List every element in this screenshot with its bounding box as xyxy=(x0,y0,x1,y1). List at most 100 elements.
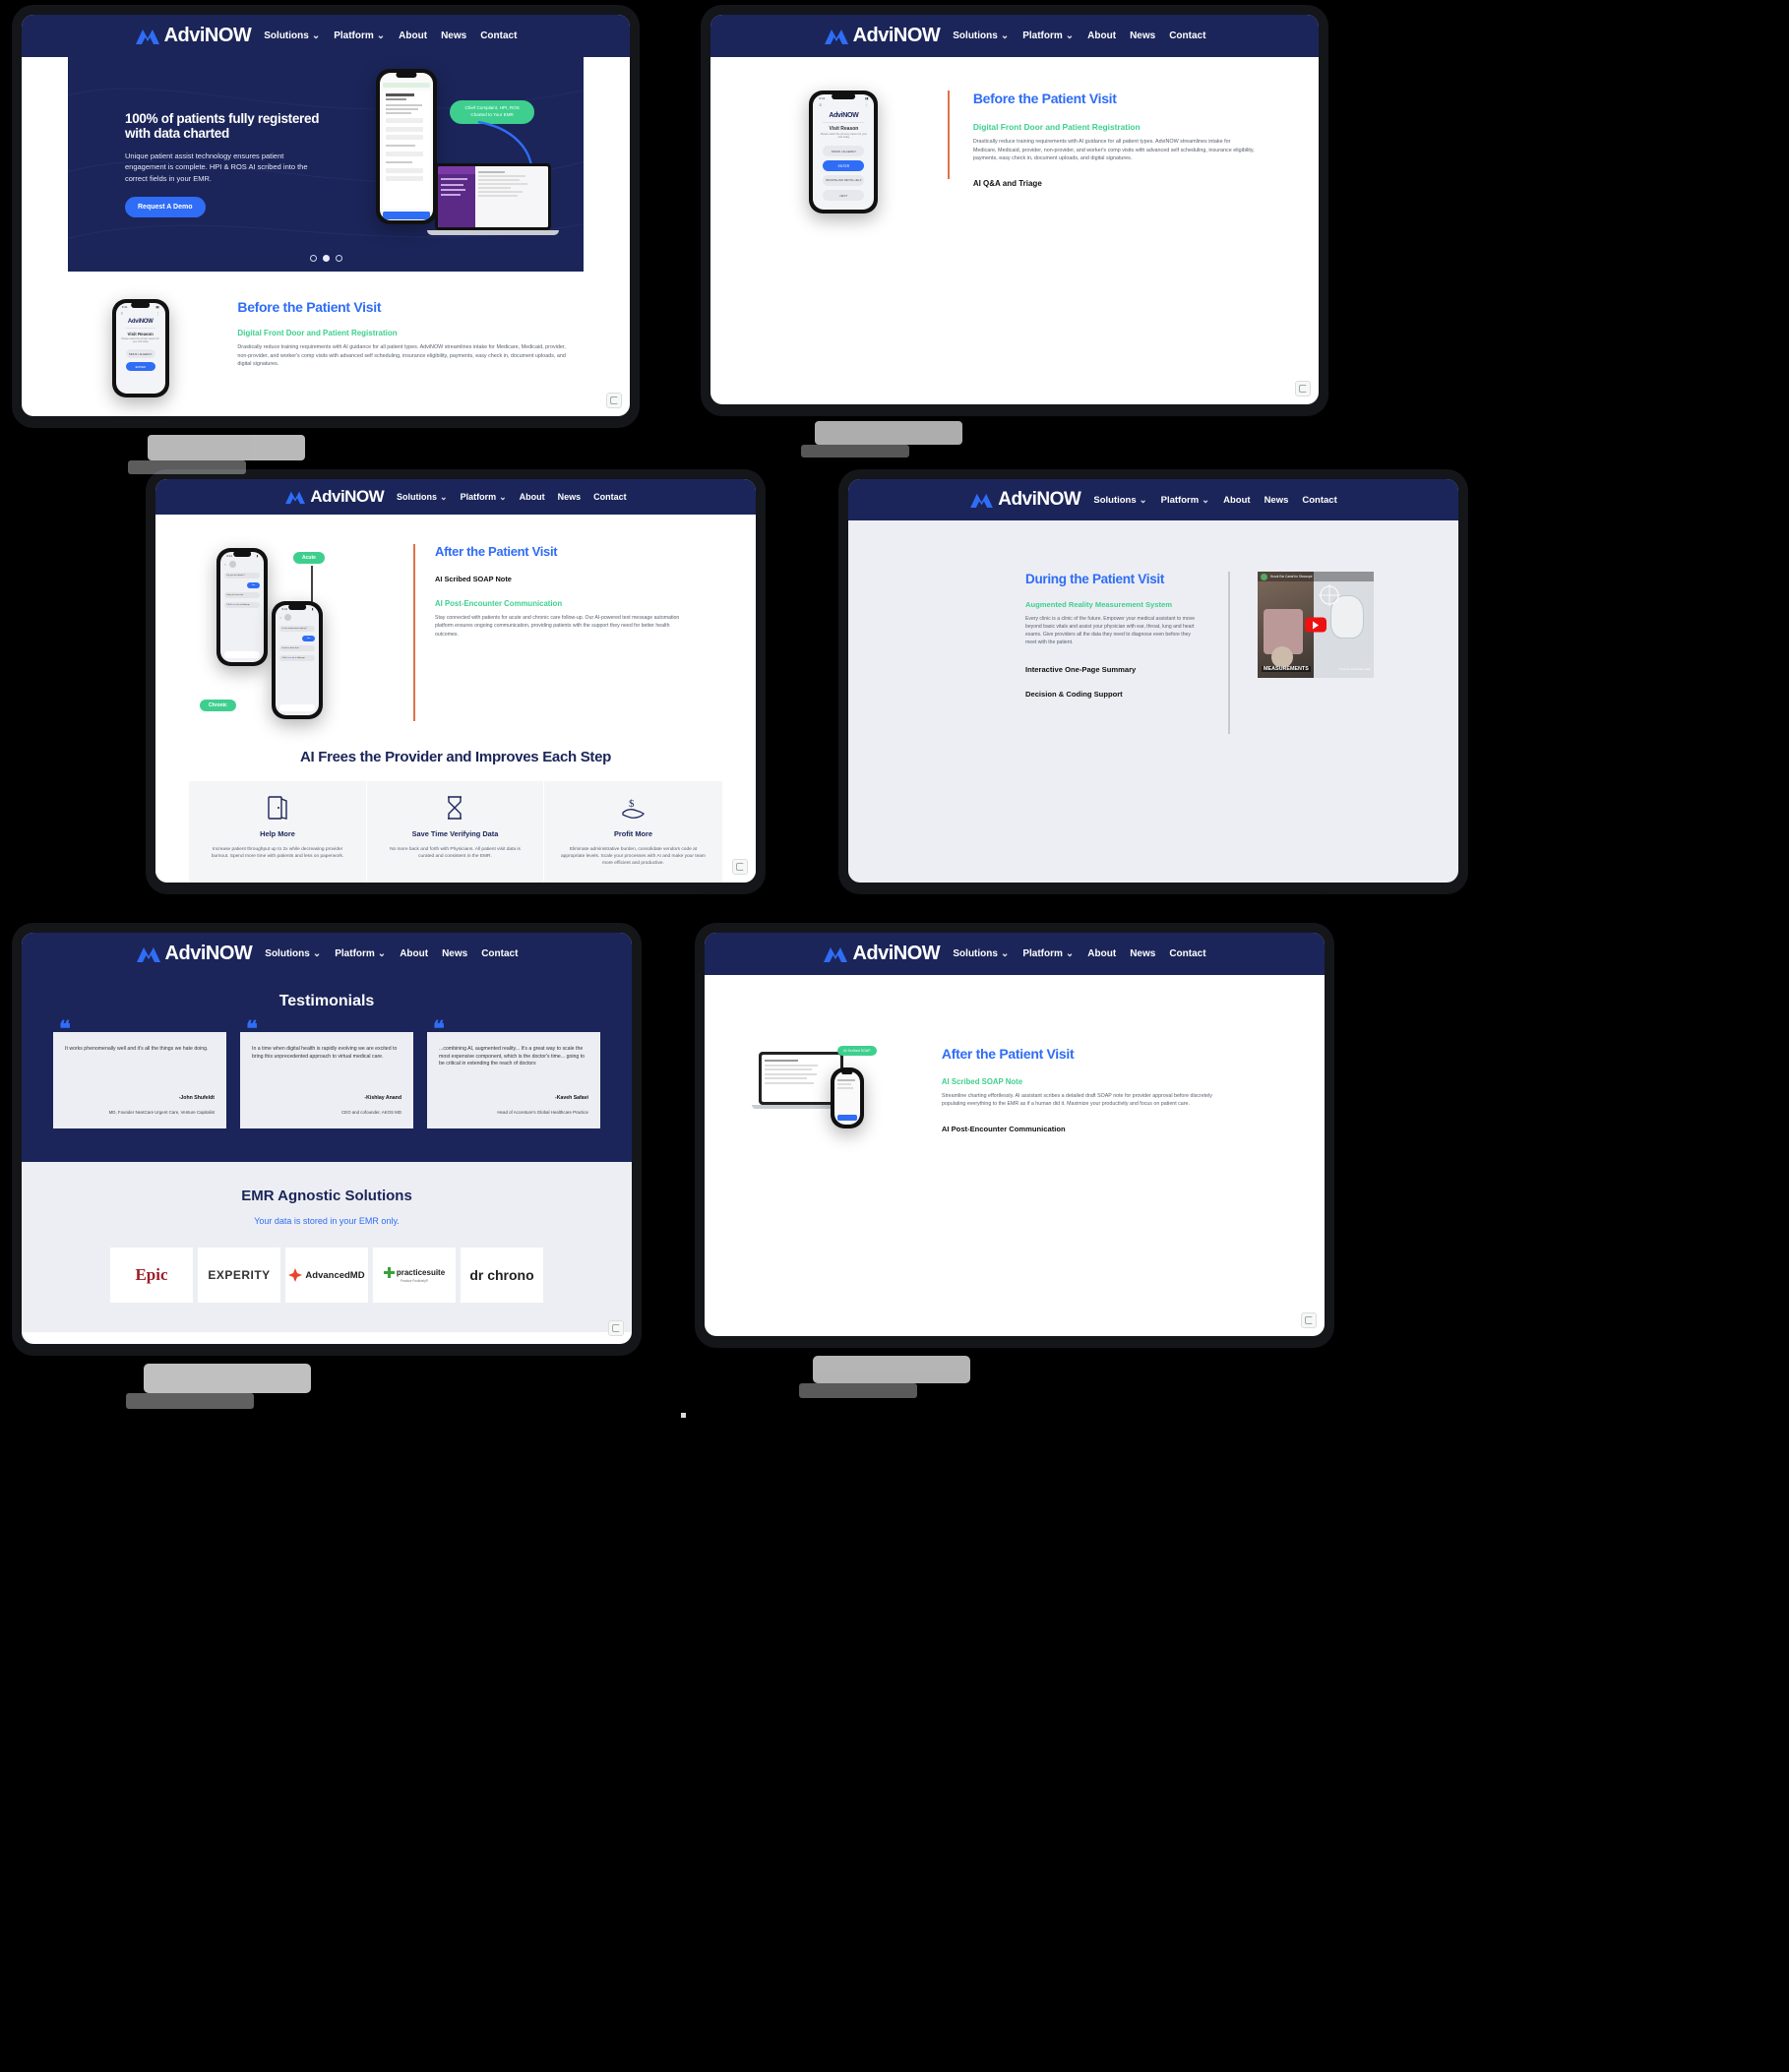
emr-title: EMR Agnostic Solutions xyxy=(241,1188,412,1204)
nav-item-solutions[interactable]: Solutions ⌄ xyxy=(265,948,321,959)
brand-logo[interactable]: AdviNOW xyxy=(823,943,941,965)
chevron-down-icon: ⌄ xyxy=(1065,948,1075,959)
nav-item-news[interactable]: News xyxy=(1130,948,1155,959)
nav-item-contact[interactable]: Contact xyxy=(1169,948,1205,959)
brand-logo[interactable]: AdviNOW xyxy=(135,25,252,47)
recaptcha-badge-icon[interactable] xyxy=(1295,381,1311,396)
nav-item-news[interactable]: News xyxy=(1265,495,1289,506)
nav-item-about[interactable]: About xyxy=(520,492,545,502)
nav-item-platform[interactable]: Platform ⌄ xyxy=(1161,495,1210,506)
nav-item-platform[interactable]: Platform ⌄ xyxy=(1022,948,1074,959)
advinow-mountain-logo-icon xyxy=(823,945,848,963)
youtube-play-icon[interactable] xyxy=(1305,617,1326,633)
hero-title: 100% of patients fully registered with d… xyxy=(125,110,320,142)
recaptcha-badge-icon[interactable] xyxy=(1301,1312,1317,1328)
nav-item-platform[interactable]: Platform ⌄ xyxy=(461,492,507,503)
nav-item-solutions[interactable]: Solutions ⌄ xyxy=(953,30,1009,41)
advinow-mountain-logo-icon xyxy=(135,28,160,45)
nav-item-about[interactable]: About xyxy=(399,30,427,41)
request-demo-button[interactable]: Request A Demo xyxy=(125,197,206,218)
nav-item-contact[interactable]: Contact xyxy=(481,948,518,959)
nav-item-platform[interactable]: Platform ⌄ xyxy=(1022,30,1074,41)
nav-item-news[interactable]: News xyxy=(441,30,466,41)
brand-logo[interactable]: AdviNOW xyxy=(284,487,385,507)
site-navbar: AdviNOW Solutions ⌄ Platform ⌄ About News … xyxy=(22,15,630,57)
after-visit-body: Stay connected with patients for acute a… xyxy=(435,615,680,638)
nav-item-contact[interactable]: Contact xyxy=(1302,495,1336,506)
provider-card: Help More Increase patient throughput up… xyxy=(189,781,367,883)
site-navbar: AdviNOW Solutions ⌄ Platform ⌄ About News … xyxy=(848,479,1458,520)
svg-text:$: $ xyxy=(629,798,635,810)
nav-item-contact[interactable]: Contact xyxy=(593,492,627,502)
carousel-dot-1[interactable] xyxy=(309,255,317,262)
before-visit-subheading: Digital Front Door and Patient Registrat… xyxy=(972,122,1141,132)
phone-secondary-button[interactable]: BROWSE AND MENTAL HELP xyxy=(823,175,865,186)
browser-screen-3: AdviNOW Solutions ⌄ Platform ⌄ About News … xyxy=(155,479,756,883)
nav-item-about[interactable]: About xyxy=(1223,495,1250,506)
hero-inner: 100% of patients fully registered with d… xyxy=(68,57,584,272)
phone-dropdown[interactable]: SINUS / ALLERGY xyxy=(125,349,155,358)
emr-logo-practicesuite: practicesuite Practice Positively® xyxy=(373,1248,456,1303)
brand-logo[interactable]: AdviNOW xyxy=(136,943,253,965)
phone-visit-reason: Visit Reason xyxy=(127,332,154,336)
nav-item-solutions[interactable]: Solutions ⌄ xyxy=(1093,495,1146,506)
nav-item-contact[interactable]: Contact xyxy=(480,30,517,41)
after-visit-comm-heading: AI Post-Encounter Communication xyxy=(435,599,563,608)
phone-enter-button[interactable]: ENTER xyxy=(823,160,865,171)
phone-dropdown[interactable]: SINUS / ALLERGY xyxy=(823,146,865,156)
nav-item-about[interactable]: About xyxy=(400,948,428,959)
tag-chronic: Chronic xyxy=(199,700,236,711)
nav-item-platform[interactable]: Platform ⌄ xyxy=(334,30,385,41)
phone-brand: AdviNOW xyxy=(829,112,859,119)
carousel-dots[interactable] xyxy=(68,255,584,262)
browser-screen-1: AdviNOW Solutions ⌄ Platform ⌄ About News … xyxy=(22,15,630,416)
emr-subtitle: Your data is stored in your EMR only. xyxy=(254,1216,400,1226)
testimonial-card: ❝ It works phenomenally well and it's al… xyxy=(53,1017,226,1128)
nav-item-news[interactable]: News xyxy=(442,948,467,959)
before-visit-phone: 9:41 ▮▮ ≡ ⋮ AdviNOW Visit Reason Please se… xyxy=(756,91,932,213)
testimonial-quote: ...combining AI, augmented reality... It… xyxy=(439,1046,586,1067)
emr-logo-drchrono: dr chrono xyxy=(461,1248,543,1303)
brand-name: AdviNOW xyxy=(163,25,252,46)
hero-device-art: Chief Complaint, HPI, ROS Charted to You… xyxy=(336,57,584,272)
device-mockup-after-visit: AdviNOW Solutions ⌄ Platform ⌄ About News … xyxy=(146,469,766,894)
nav-item-news[interactable]: News xyxy=(1130,30,1155,41)
before-visit-copy: Before the Patient Visit Digital Front D… xyxy=(237,299,566,397)
chevron-down-icon: ⌄ xyxy=(1065,30,1075,41)
browser-screen-5: AdviNOW Solutions ⌄ Platform ⌄ About News … xyxy=(22,933,632,1344)
recaptcha-badge-icon[interactable] xyxy=(732,859,748,875)
carousel-dot-3[interactable] xyxy=(335,255,342,262)
chevron-down-icon: ⌄ xyxy=(440,491,448,502)
nav-item-about[interactable]: About xyxy=(1087,30,1116,41)
recaptcha-badge-icon[interactable] xyxy=(606,393,622,408)
chevron-down-icon: ⌄ xyxy=(311,30,321,41)
nav-item-about[interactable]: About xyxy=(1087,948,1116,959)
provider-card-title: Help More xyxy=(260,829,295,838)
after-visit-comm-heading: AI Post-Encounter Communication xyxy=(941,1124,1066,1133)
device-mockup-testimonials: AdviNOW Solutions ⌄ Platform ⌄ About News … xyxy=(12,923,642,1356)
testimonial-author: -Kishlay Anand CEO and cofounder, AKOS M… xyxy=(340,1095,401,1115)
after-visit-section: 9:41 ▮ ‹ Do you feel better? Yes Sorry to… xyxy=(165,518,746,721)
nav-item-solutions[interactable]: Solutions ⌄ xyxy=(953,948,1009,959)
provider-card-title: Save Time Verifying Data xyxy=(411,829,499,838)
during-visit-video[interactable]: Krook Ear Canal for Otoscope MEASUREMENT… xyxy=(1258,572,1374,678)
tag-acute: Acute xyxy=(293,552,325,564)
phone-visit-hint: Please select the primary reason for you… xyxy=(820,133,868,139)
nav-item-solutions[interactable]: Solutions ⌄ xyxy=(397,492,448,503)
nav-item-solutions[interactable]: Solutions ⌄ xyxy=(264,30,320,41)
after-visit-laptop-art: AI Scribed SOAP xyxy=(744,1046,924,1144)
phone-enter-button[interactable]: ENTER xyxy=(125,362,155,371)
nav-item-contact[interactable]: Contact xyxy=(1169,30,1205,41)
provider-card-body: No more back and forth with Physicians. … xyxy=(390,847,521,860)
nav-item-platform[interactable]: Platform ⌄ xyxy=(335,948,386,959)
brand-logo[interactable]: AdviNOW xyxy=(969,489,1081,511)
after-visit-soap-heading: AI Scribed SOAP Note xyxy=(941,1077,1023,1086)
advinow-mountain-logo-icon xyxy=(284,490,306,505)
brand-logo[interactable]: AdviNOW xyxy=(824,25,941,47)
phone-next-button[interactable]: NEXT xyxy=(823,190,865,201)
recaptcha-badge-icon[interactable] xyxy=(608,1320,624,1336)
during-visit-heading: During the Patient Visit xyxy=(1025,572,1165,586)
chevron-down-icon: ⌄ xyxy=(499,491,507,502)
nav-item-news[interactable]: News xyxy=(558,492,582,502)
carousel-dot-2[interactable] xyxy=(322,255,330,262)
